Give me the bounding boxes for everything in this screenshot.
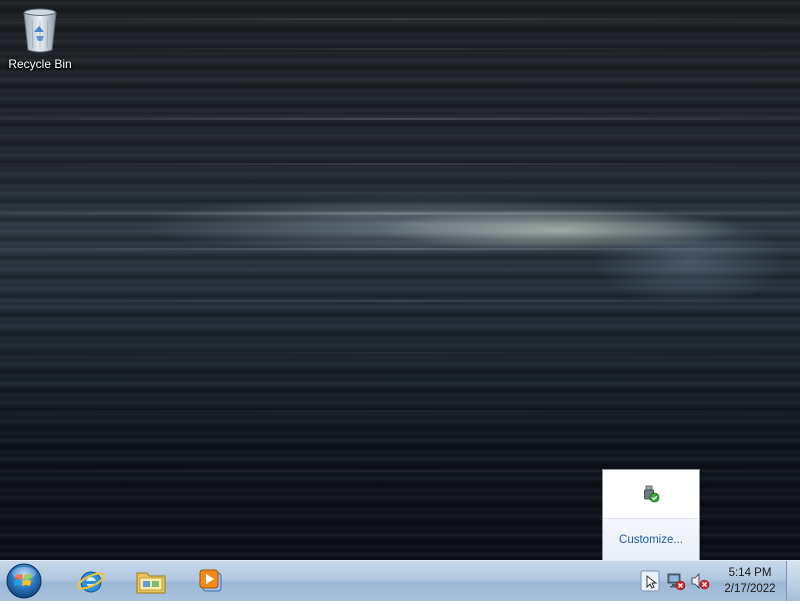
wallpaper-streak [0,352,800,354]
show-desktop-button[interactable] [786,561,800,601]
flyout-icon-area [603,470,699,519]
show-hidden-icons-arrow-icon [640,570,660,592]
clock-date: 2/17/2022 [724,583,776,595]
windows-explorer-folder-icon [136,572,166,594]
wallpaper-streak [0,118,800,120]
network-disconnected-icon [667,573,686,591]
taskbar-pinned-windows-explorer[interactable] [126,563,176,599]
clock-time: 5:14 PM [728,567,772,579]
wallpaper-streak [0,48,800,50]
wallpaper-streak [0,18,800,20]
tray-volume-icon-button[interactable] [689,569,711,593]
windows-start-orb-icon [6,563,42,599]
notification-overflow-flyout: Customize... [602,469,700,561]
usb-safely-remove-icon[interactable] [642,485,660,503]
wallpaper-streak [0,300,800,302]
taskbar: 5:14 PM 2/17/2022 [0,560,800,601]
volume-muted-icon [691,573,710,590]
wallpaper-streak [0,248,800,250]
taskbar-clock[interactable]: 5:14 PM 2/17/2022 [716,565,784,597]
tray-network-icon-button[interactable] [665,569,687,593]
customize-link[interactable]: Customize... [603,519,699,560]
show-hidden-icons-button[interactable] [639,569,661,593]
desktop-icon-label: Recycle Bin [8,57,72,71]
taskbar-pinned-windows-media-player[interactable] [186,563,236,599]
desktop-icon-recycle-bin[interactable]: Recycle Bin [6,6,74,71]
recycle-bin-icon [20,6,60,54]
wallpaper-streak [0,163,800,165]
wallpaper-streak [0,212,800,215]
wallpaper-streak [0,410,800,412]
taskbar-pinned-internet-explorer[interactable] [66,563,116,599]
start-button[interactable] [4,562,44,600]
windows-media-player-icon [199,569,222,592]
internet-explorer-icon [77,571,105,593]
